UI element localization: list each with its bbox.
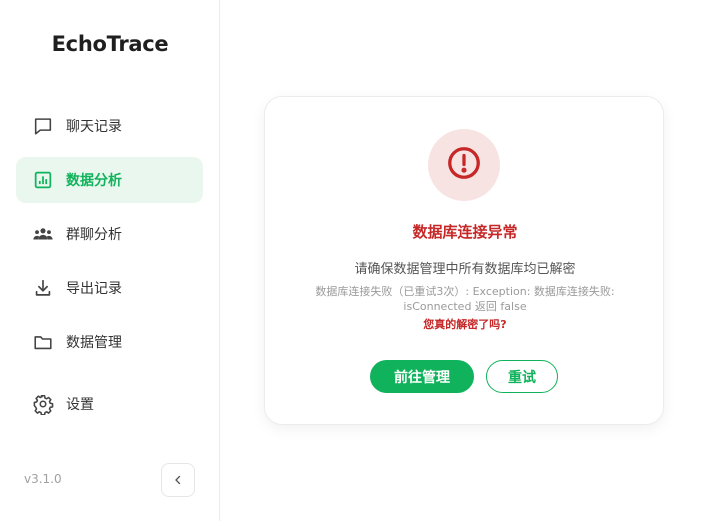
app-window: EchoTrace 聊天记录 数据分析 群聊分析 导出记录 数据管理 设置 v3…: [0, 0, 707, 521]
app-logo: EchoTrace: [51, 32, 169, 56]
download-icon: [32, 277, 54, 299]
sidebar-item-data-analysis[interactable]: 数据分析: [16, 157, 203, 203]
error-hint: 您真的解密了吗?: [423, 318, 507, 331]
error-subtitle: 请确保数据管理中所有数据库均已解密: [354, 262, 576, 277]
chevron-left-icon: [172, 471, 184, 490]
sidebar: EchoTrace 聊天记录 数据分析 群聊分析 导出记录 数据管理 设置 v3…: [0, 0, 220, 521]
sidebar-item-label: 导出记录: [66, 281, 122, 297]
collapse-sidebar-button[interactable]: [161, 463, 195, 497]
bar-chart-icon: [32, 169, 54, 191]
sidebar-item-label: 数据分析: [66, 173, 122, 189]
go-to-management-button[interactable]: 前往管理: [370, 360, 474, 393]
chat-bubble-icon: [32, 115, 54, 137]
group-icon: [32, 223, 54, 245]
main-content: 数据库连接异常 请确保数据管理中所有数据库均已解密 数据库连接失败（已重试3次）…: [221, 0, 707, 521]
version-label: v3.1.0: [24, 472, 62, 486]
error-title: 数据库连接异常: [412, 223, 518, 241]
sidebar-item-data-management[interactable]: 数据管理: [16, 319, 203, 365]
error-icon-badge: [428, 129, 500, 201]
retry-button[interactable]: 重试: [486, 360, 558, 393]
error-detail: 数据库连接失败（已重试3次）: Exception: 数据库连接失败: isCo…: [315, 285, 615, 313]
sidebar-item-settings[interactable]: 设置: [16, 381, 203, 427]
sidebar-item-label: 聊天记录: [66, 119, 122, 135]
folder-icon: [32, 331, 54, 353]
sidebar-item-chat-history[interactable]: 聊天记录: [16, 103, 203, 149]
alert-circle-icon: [446, 145, 482, 185]
sidebar-item-label: 设置: [66, 397, 94, 413]
sidebar-item-group-analysis[interactable]: 群聊分析: [16, 211, 203, 257]
error-card: 数据库连接异常 请确保数据管理中所有数据库均已解密 数据库连接失败（已重试3次）…: [264, 96, 664, 425]
sidebar-item-label: 群聊分析: [66, 227, 122, 243]
sidebar-item-label: 数据管理: [66, 335, 122, 351]
gear-icon: [32, 393, 54, 415]
sidebar-item-export-records[interactable]: 导出记录: [16, 265, 203, 311]
